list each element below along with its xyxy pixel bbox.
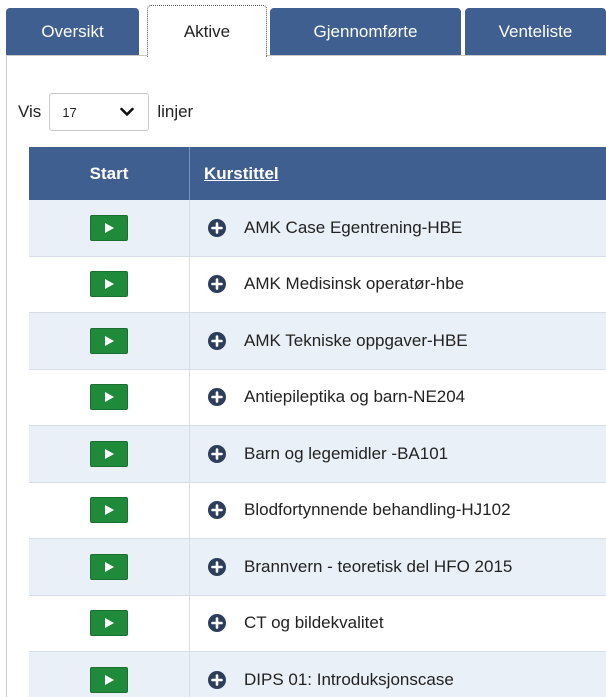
expand-plus-icon[interactable] <box>208 557 226 576</box>
start-course-button[interactable] <box>90 440 128 467</box>
start-cell <box>29 256 190 312</box>
play-icon <box>105 279 114 290</box>
tab-bar: Oversikt Aktive Gjennomførte Venteliste <box>0 0 606 57</box>
table-row: Barn og legemidler -BA101 <box>29 426 606 483</box>
start-course-button[interactable] <box>90 497 128 524</box>
course-title-cell: CT og bildekvalitet <box>190 596 606 652</box>
expand-plus-icon[interactable] <box>208 614 226 633</box>
table-body: AMK Case Egentrening-HBE AMK Medisinsk op… <box>29 200 606 697</box>
tab-venteliste[interactable]: Venteliste <box>465 8 606 56</box>
course-title[interactable]: AMK Tekniske oppgaver-HBE <box>244 331 468 351</box>
table-header: Start Kurstittel <box>29 147 606 200</box>
course-title[interactable]: Barn og legemidler -BA101 <box>244 444 448 464</box>
course-title[interactable]: Blodfortynnende behandling-HJ102 <box>244 500 511 520</box>
start-course-button[interactable] <box>90 553 128 580</box>
tab-oversikt[interactable]: Oversikt <box>6 8 139 56</box>
course-title-cell: DIPS 01: Introduksjonscase <box>190 652 606 697</box>
start-course-button[interactable] <box>90 327 128 354</box>
start-course-button[interactable] <box>90 666 128 693</box>
rows-per-page-control: Vis 17 linjer <box>18 92 193 132</box>
play-icon <box>105 674 114 685</box>
course-title[interactable]: DIPS 01: Introduksjonscase <box>244 670 454 690</box>
expand-plus-icon[interactable] <box>208 388 226 407</box>
course-table: Start Kurstittel AMK Case Egentrening-HB… <box>29 147 606 697</box>
start-cell <box>29 482 190 538</box>
course-title-cell: Antiepileptika og barn-NE204 <box>190 370 606 426</box>
table-row: DIPS 01: Introduksjonscase <box>29 652 606 697</box>
table-row: AMK Tekniske oppgaver-HBE <box>29 313 606 370</box>
start-course-button[interactable] <box>90 214 128 241</box>
column-header-kurstittel[interactable]: Kurstittel <box>190 147 606 200</box>
play-icon <box>105 448 114 459</box>
course-title-cell: AMK Tekniske oppgaver-HBE <box>190 313 606 369</box>
start-cell <box>29 595 190 651</box>
linjer-label: linjer <box>157 102 194 121</box>
column-header-start: Start <box>29 147 190 200</box>
tab-gjennomforte[interactable]: Gjennomførte <box>270 8 461 56</box>
chevron-down-icon <box>118 103 136 121</box>
start-cell <box>29 539 190 595</box>
course-title[interactable]: Brannvern - teoretisk del HFO 2015 <box>244 557 512 577</box>
course-title[interactable]: CT og bildekvalitet <box>244 613 384 633</box>
course-title[interactable]: AMK Medisinsk operatør-hbe <box>244 274 464 294</box>
start-cell <box>29 313 190 369</box>
play-icon <box>105 618 114 629</box>
course-title-cell: Barn og legemidler -BA101 <box>190 426 606 482</box>
expand-plus-icon[interactable] <box>208 218 226 237</box>
rows-per-page-select[interactable]: 17 <box>49 93 150 131</box>
table-row: CT og bildekvalitet <box>29 595 606 652</box>
rows-per-page-value: 17 <box>62 104 77 120</box>
start-course-button[interactable] <box>90 610 128 637</box>
table-row: Brannvern - teoretisk del HFO 2015 <box>29 539 606 596</box>
panel-border <box>6 55 7 697</box>
start-cell <box>29 369 190 425</box>
expand-plus-icon[interactable] <box>208 275 226 294</box>
play-icon <box>105 505 114 516</box>
panel-border-top <box>6 55 606 56</box>
tab-aktive[interactable]: Aktive <box>147 5 267 57</box>
vis-label: Vis <box>18 102 42 121</box>
course-title-cell: Blodfortynnende behandling-HJ102 <box>190 483 606 539</box>
play-icon <box>105 222 114 233</box>
play-icon <box>105 561 114 572</box>
expand-plus-icon[interactable] <box>208 331 226 350</box>
table-row: Blodfortynnende behandling-HJ102 <box>29 482 606 539</box>
start-course-button[interactable] <box>90 384 128 411</box>
table-row: AMK Case Egentrening-HBE <box>29 200 606 257</box>
course-title-cell: Brannvern - teoretisk del HFO 2015 <box>190 539 606 595</box>
start-course-button[interactable] <box>90 271 128 298</box>
expand-plus-icon[interactable] <box>208 670 226 689</box>
expand-plus-icon[interactable] <box>208 501 226 520</box>
start-cell <box>29 426 190 482</box>
table-row: AMK Medisinsk operatør-hbe <box>29 256 606 313</box>
course-title[interactable]: AMK Case Egentrening-HBE <box>244 218 462 238</box>
expand-plus-icon[interactable] <box>208 444 226 463</box>
start-cell <box>29 652 190 697</box>
start-cell <box>29 200 190 256</box>
course-title[interactable]: Antiepileptika og barn-NE204 <box>244 387 465 407</box>
table-row: Antiepileptika og barn-NE204 <box>29 369 606 426</box>
course-title-cell: AMK Case Egentrening-HBE <box>190 200 606 256</box>
play-icon <box>105 335 114 346</box>
play-icon <box>105 392 114 403</box>
course-title-cell: AMK Medisinsk operatør-hbe <box>190 257 606 313</box>
